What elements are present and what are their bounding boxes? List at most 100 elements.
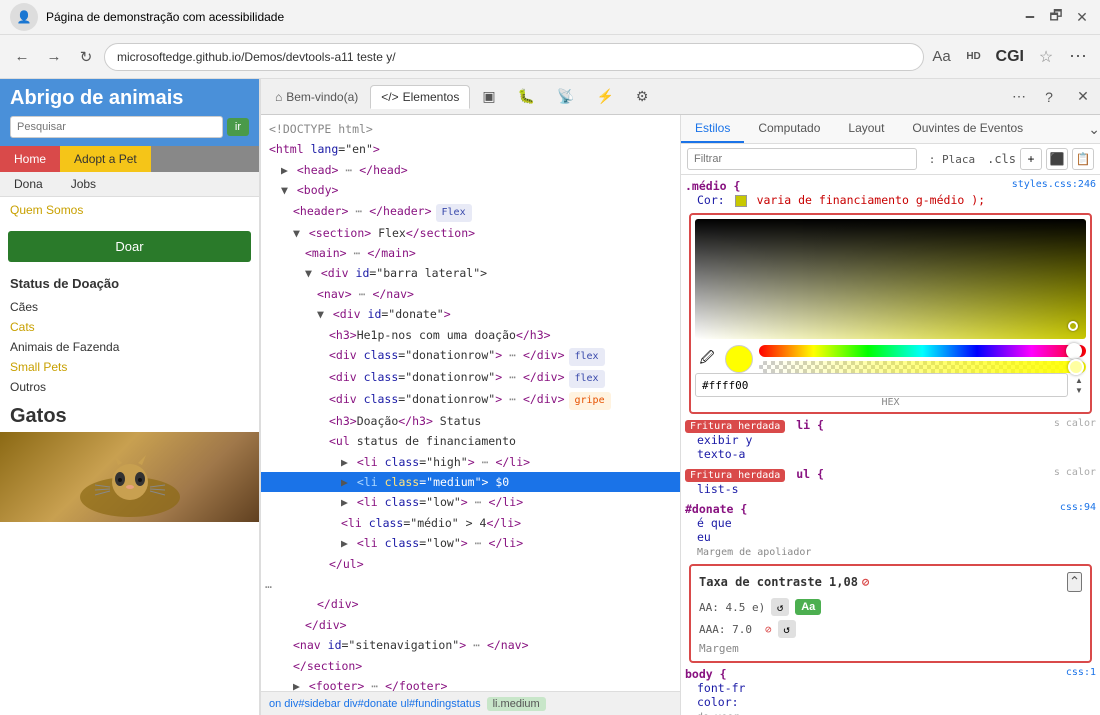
tab-network[interactable]: 📡 [547,84,584,109]
color-gradient[interactable] [695,219,1086,339]
hex-down-button[interactable]: ▼ [1072,385,1086,395]
dom-line[interactable]: <main> ⋯ </main> [261,243,680,263]
hex-input[interactable] [695,373,1068,397]
tab-settings[interactable]: ⚙ [626,84,659,109]
search-button[interactable]: ir [227,118,249,136]
dom-line[interactable]: ▼ <body> [261,180,680,200]
dom-line[interactable]: ▶ <head> ⋯ </head> [261,160,680,180]
css-source2[interactable]: css:94 [1060,502,1096,513]
contrast-row-margem: Margem [699,642,1082,655]
dom-line[interactable]: </div> [261,615,680,635]
animal-caes[interactable]: Cães [0,297,259,317]
dom-line[interactable]: </section> [261,656,680,676]
devtools-tabs: ⌂ Bem-vindo(a) </> Elementos ▣ 🐛 📡 ⚡ ⚙ ⋯… [261,79,1100,115]
forward-button[interactable]: → [40,43,68,71]
back-button[interactable]: ← [8,43,36,71]
contrast-label: Taxa de contraste 1,08 [699,575,858,589]
dom-line[interactable]: <h3>He1p-nos com uma doação</h3> [261,325,680,345]
dom-line[interactable]: <div class="donationrow"> ⋯ </div>gripe [261,389,680,411]
dom-more-btn[interactable]: … [261,574,680,594]
tab-performance[interactable]: ⚡ [586,84,623,109]
animal-small-pets[interactable]: Small Pets [0,357,259,377]
devtools-more-button[interactable]: ⋯ [1006,84,1032,110]
title-bar: 👤 Página de demonstração com acessibilid… [0,0,1100,35]
dom-line[interactable]: ▶ <footer> ⋯ </footer> [261,676,680,691]
contrast-expand-button[interactable]: ⌃ [1067,572,1082,592]
animal-fazenda[interactable]: Animais de Fazenda [0,337,259,357]
close-button[interactable]: ✕ [1074,9,1090,25]
immersive-reader-button[interactable]: HD [960,43,988,71]
color-swatch-medio[interactable] [735,195,747,207]
dom-line[interactable]: <nav id="sitenavigation"> ⋯ </nav> [261,635,680,655]
tab-estilos[interactable]: Estilos [681,115,744,143]
dom-content: <!DOCTYPE html> <html lang="en"> ▶ <head… [261,115,680,691]
style-option-button[interactable]: ⬛ [1046,148,1068,170]
nav-home[interactable]: Home [0,146,60,172]
dom-line[interactable]: <html lang="en"> [261,139,680,159]
dom-line[interactable]: </ul> [261,554,680,574]
css-block-medio: Cor: varia de financiamento g-médio ); [685,193,1096,207]
tab-ouvintes[interactable]: Ouvintes de Eventos [898,115,1037,143]
css-block-ul: list-s [685,482,1096,496]
dom-line[interactable]: ▼ <div id="barra lateral"> [261,263,680,283]
address-bar[interactable]: microsoftedge.github.io/Demos/devtools-a… [104,43,924,71]
dom-line[interactable]: <h3>Doação</h3> Status [261,411,680,431]
tab-computado[interactable]: Computado [744,115,834,143]
sub-nav-jobs[interactable]: Jobs [57,172,110,196]
dom-line[interactable]: <ul status de financiamento [261,431,680,451]
dom-line[interactable]: </div> [261,594,680,614]
nav-quem-somos[interactable]: Quem Somos [8,199,251,221]
nav-adopt[interactable]: Adopt a Pet [60,146,151,172]
contrast-aaa-icon[interactable]: ↺ [778,620,796,638]
hex-up-button[interactable]: ▲ [1072,375,1086,385]
devtools-help-button[interactable]: ? [1036,84,1062,110]
profile-avatar[interactable]: 👤 [10,3,38,31]
dom-line[interactable]: <nav> ⋯ </nav> [261,284,680,304]
dom-line-selected[interactable]: ▶ <li class="medium"> $0 [261,472,680,492]
alpha-slider[interactable] [759,361,1086,373]
dom-line[interactable]: ▶ <li class="low"> ⋯ </li> [261,533,680,553]
dom-line[interactable]: ▶ <li class="high"> ⋯ </li> [261,452,680,472]
css-source3[interactable]: css:1 [1066,667,1096,678]
dom-line[interactable]: <header> ⋯ </header>Flex [261,201,680,223]
tab-sources[interactable]: 🐛 [508,84,545,109]
css-rule-ul: Fritura herdada ul { s calor list-s [685,467,1096,496]
more-button[interactable]: ⋯ [1064,43,1092,71]
donate-button[interactable]: Doar [8,231,251,262]
minimize-button[interactable]: 🗕 [1022,9,1038,25]
refresh-button[interactable]: ↻ [72,43,100,71]
add-style-button[interactable]: + [1020,148,1042,170]
toggle-body[interactable]: ▼ [281,183,288,197]
tab-elements[interactable]: </> Elementos [370,85,470,109]
eyedropper-button[interactable]: 🖉 [695,347,719,371]
toggle-head[interactable]: ▶ [281,163,288,177]
styles-filter-input[interactable] [687,148,917,170]
devtools-panel: ⌂ Bem-vindo(a) </> Elementos ▣ 🐛 📡 ⚡ ⚙ ⋯… [260,79,1100,715]
favorites-button[interactable]: ☆ [1032,43,1060,71]
restore-button[interactable]: 🗗 [1048,9,1064,25]
sub-nav-dona[interactable]: Dona [0,172,57,196]
animal-cats[interactable]: Cats [0,317,259,337]
search-input[interactable] [10,116,223,138]
tab-welcome[interactable]: ⌂ Bem-vindo(a) [265,86,368,108]
style-copy-button[interactable]: 📋 [1072,148,1094,170]
dom-line[interactable]: <!DOCTYPE html> [261,119,680,139]
dom-line[interactable]: ▶ <li class="low"> ⋯ </li> [261,492,680,512]
css-block-li: exibir y texto-a [685,433,1096,461]
status-section-title: Status de Doação [0,270,259,297]
tab-console[interactable]: ▣ [472,84,505,109]
dom-line[interactable]: <li class="médio" > 4</li> [261,513,680,533]
animal-outros[interactable]: Outros [0,377,259,397]
styles-expand-button[interactable]: ⌄ [1088,115,1100,143]
dom-line[interactable]: ▼ <div id="donate"> [261,304,680,324]
dom-line[interactable]: ▼ <section> Flex</section> [261,223,680,243]
tab-layout[interactable]: Layout [834,115,898,143]
dom-line[interactable]: <div class="donationrow"> ⋯ </div>flex [261,367,680,389]
hue-slider[interactable] [759,345,1086,357]
contrast-aa-icon1[interactable]: ↺ [771,598,789,616]
css-source1[interactable]: styles.css:246 [1012,179,1096,190]
devtools-close-button[interactable]: ✕ [1070,84,1096,110]
contrast-aa-button[interactable]: Aa [795,599,821,615]
read-aloud-button[interactable]: Aa [928,43,956,71]
dom-line[interactable]: <div class="donationrow"> ⋯ </div>flex [261,345,680,367]
